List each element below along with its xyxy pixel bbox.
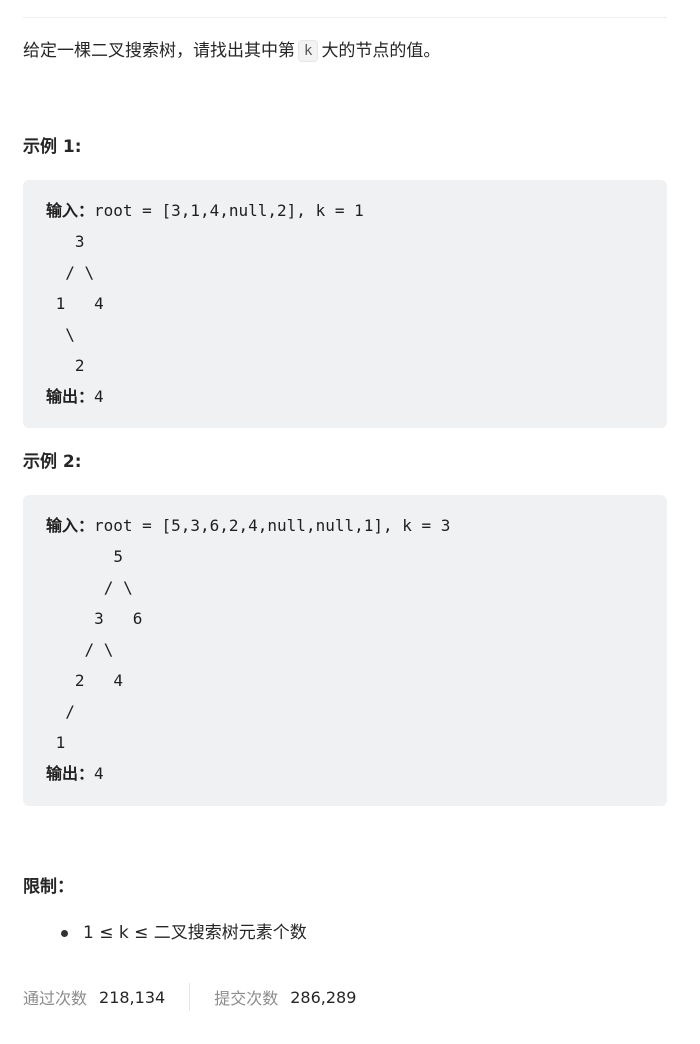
submitted-count-value: 286,289 [290,987,357,1007]
top-divider [23,17,667,18]
constraints-list: 1 ≤ k ≤ 二叉搜索树元素个数 [23,920,307,946]
example-1-tree-line: 1 4 [46,294,104,313]
inline-code-k: k [298,40,319,62]
example-1-heading: 示例 1: [23,137,82,157]
submission-stats: 通过次数 218,134 提交次数 286,289 [23,983,356,1011]
example-1-input-label: 输入： [46,201,95,220]
example-2-tree-line: / [46,702,75,721]
submitted-count-label: 提交次数 [214,989,279,1008]
example-1-output-value: 4 [94,387,104,406]
example-1-output-label: 输出： [46,387,95,406]
example-2-output-value: 4 [94,764,104,783]
example-2-input-value: root = [5,3,6,2,4,null,null,1], k = 3 [94,516,451,535]
example-2-tree-line: / \ [46,640,114,659]
example-2-heading: 示例 2: [23,452,82,472]
example-2-code-block: 输入：root = [5,3,6,2,4,null,null,1], k = 3… [23,495,667,806]
problem-description: 给定一棵二叉搜索树，请找出其中第 k 大的节点的值。 [23,38,440,64]
example-2-tree-line: / \ [46,578,133,597]
example-2-input-label: 输入： [46,516,95,535]
example-2-tree-line: 3 6 [46,609,143,628]
example-1-input-line: 输入：root = [3,1,4,null,2], k = 1 [46,195,667,226]
description-text-before: 给定一棵二叉搜索树，请找出其中第 [23,41,295,61]
accepted-count-label: 通过次数 [23,989,88,1008]
example-2-tree-line: 1 [46,733,66,752]
example-2-tree-line: 5 [46,547,124,566]
stats-divider [189,983,191,1011]
example-2-output-line: 输出：4 [46,758,667,789]
constraint-text: 1 ≤ k ≤ 二叉搜索树元素个数 [83,923,307,943]
bullet-icon [61,930,68,937]
example-1-code-block: 输入：root = [3,1,4,null,2], k = 1 3 / \ 1 … [23,180,667,428]
example-1-tree-line: 2 [46,356,85,375]
example-1-tree-line: / \ [46,263,95,282]
example-1-input-value: root = [3,1,4,null,2], k = 1 [94,201,364,220]
example-1-output-line: 输出：4 [46,381,667,412]
example-2-tree-line: 2 4 [46,671,124,690]
example-1-tree-line: 3 [46,232,85,251]
example-2-input-line: 输入：root = [5,3,6,2,4,null,null,1], k = 3 [46,510,667,541]
example-2-output-label: 输出： [46,764,95,783]
accepted-count-value: 218,134 [99,987,166,1007]
description-text-after: 大的节点的值。 [321,41,441,61]
example-1-tree-line: \ [46,325,75,344]
constraint-item: 1 ≤ k ≤ 二叉搜索树元素个数 [23,920,307,946]
constraints-heading: 限制： [23,877,74,897]
